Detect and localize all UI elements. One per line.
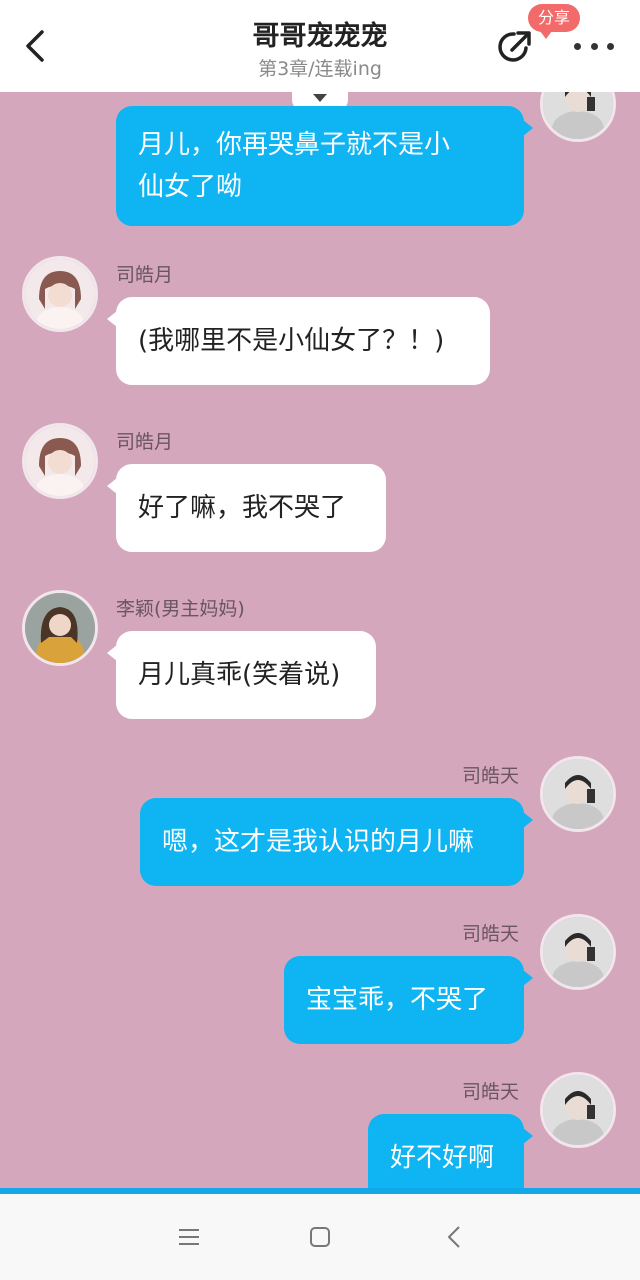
message-text: (我哪里不是小仙女了？！) bbox=[138, 326, 445, 356]
sender-name: 司皓月 bbox=[116, 264, 174, 286]
message-bubble[interactable]: 好了嘛，我不哭了 bbox=[107, 464, 386, 552]
message-bubble[interactable]: (我哪里不是小仙女了？！) bbox=[107, 297, 490, 385]
message-text: 宝宝乖，不哭了 bbox=[306, 985, 489, 1015]
home-icon[interactable] bbox=[305, 1222, 335, 1252]
sender-name: 司皓月 bbox=[116, 431, 174, 453]
share-badge[interactable]: 分享 bbox=[528, 4, 581, 39]
chat-area[interactable]: 月儿，你再哭鼻子就不是小 仙女了呦 司皓月 (我哪里不是小仙女了？！) 司皓月 … bbox=[0, 92, 640, 1188]
sender-name: 司皓天 bbox=[462, 765, 520, 787]
mother-avatar[interactable] bbox=[22, 590, 98, 666]
back-nav-icon[interactable] bbox=[440, 1222, 470, 1252]
sender-name: 李颖(男主妈妈) bbox=[116, 598, 245, 620]
top-bar: 哥哥宠宠宠 第3章/连载ing 分享 bbox=[0, 0, 640, 92]
share-icon[interactable] bbox=[496, 26, 536, 66]
more-options-icon[interactable] bbox=[574, 36, 614, 56]
message-text: 嗯，这才是我认识的月儿嘛 bbox=[162, 827, 475, 857]
boy-avatar[interactable] bbox=[540, 1072, 616, 1148]
girl-avatar[interactable] bbox=[22, 423, 98, 499]
boy-avatar[interactable] bbox=[540, 914, 616, 990]
message-bubble[interactable]: 好不好啊 bbox=[368, 1114, 533, 1188]
sender-name: 司皓天 bbox=[462, 923, 520, 945]
system-nav-bar bbox=[0, 1194, 640, 1280]
message-text: 月儿真乖(笑着说) bbox=[138, 660, 341, 690]
message-bubble[interactable]: 月儿，你再哭鼻子就不是小 仙女了呦 bbox=[116, 106, 533, 226]
message-bubble[interactable]: 宝宝乖，不哭了 bbox=[284, 956, 533, 1044]
menu-icon[interactable] bbox=[174, 1222, 204, 1252]
message-text: 好了嘛，我不哭了 bbox=[138, 493, 347, 523]
boy-avatar[interactable] bbox=[540, 756, 616, 832]
message-bubble[interactable]: 嗯，这才是我认识的月儿嘛 bbox=[140, 798, 533, 886]
message-text-line: 月儿，你再哭鼻子就不是小 bbox=[138, 130, 451, 160]
sender-name: 司皓天 bbox=[462, 1081, 520, 1103]
boy-avatar[interactable] bbox=[540, 92, 616, 142]
message-bubble[interactable]: 月儿真乖(笑着说) bbox=[107, 631, 376, 719]
message-text: 好不好啊 bbox=[390, 1143, 495, 1173]
girl-avatar[interactable] bbox=[22, 256, 98, 332]
chapter-subtitle: 第3章/连载ing bbox=[258, 58, 382, 80]
message-text-line: 仙女了呦 bbox=[138, 172, 243, 202]
